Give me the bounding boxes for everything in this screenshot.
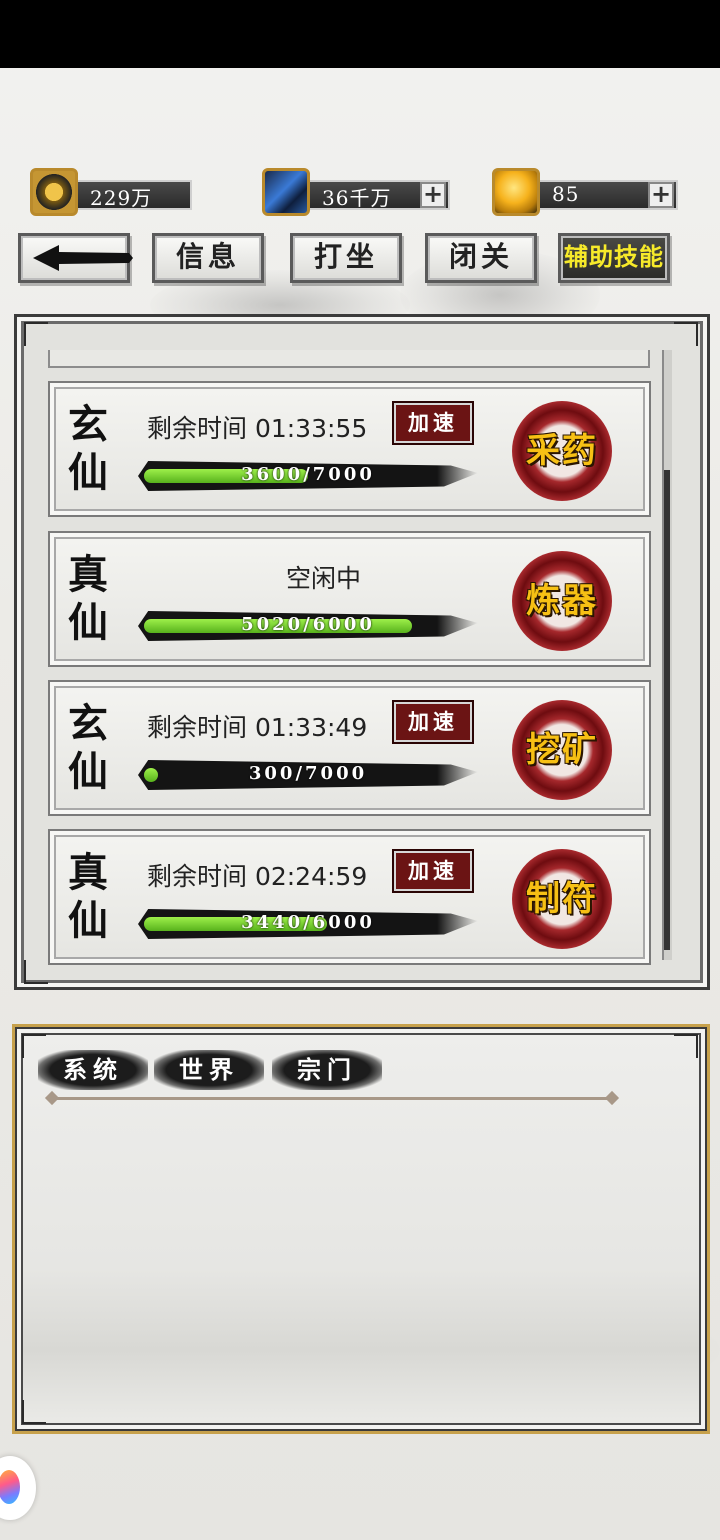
rank-label: 玄仙 — [68, 401, 108, 496]
task-progress-bar: 300/7000 — [138, 760, 478, 790]
task-card-mining: 玄仙 剩余时间 01:33:49 加速 300/7000 挖矿 — [48, 680, 651, 816]
back-button[interactable] — [18, 233, 133, 283]
task-scrollbar-thumb[interactable] — [664, 470, 670, 950]
remaining-time: 剩余时间 01:33:55 — [147, 414, 368, 443]
panel-corner-ornament — [24, 322, 48, 346]
progress-text: 3600/7000 — [241, 464, 375, 485]
seclusion-label: 闭关 — [448, 240, 513, 273]
task-card-refining: 真仙 空闲中 5020/6000 炼器 — [48, 531, 651, 667]
progress-text: 3440/6000 — [241, 912, 375, 933]
remaining-time: 剩余时间 02:24:59 — [147, 862, 368, 891]
chat-corner-ornament — [22, 1400, 46, 1424]
remaining-time: 剩余时间 01:33:49 — [147, 713, 368, 742]
aux-skill-tab[interactable]: 辅助技能 — [558, 233, 670, 283]
speed-up-button[interactable]: 加速 — [392, 849, 474, 893]
add-crystal-button[interactable]: + — [420, 182, 446, 208]
task-progress-bar: 3440/6000 — [138, 909, 478, 939]
blue-crystal-icon — [262, 168, 310, 216]
back-arrow-icon — [33, 245, 133, 271]
info-label: 信息 — [175, 240, 240, 273]
idle-status: 空闲中 — [286, 564, 362, 593]
task-card-talisman: 真仙 剩余时间 02:24:59 加速 3440/6000 制符 — [48, 829, 651, 965]
assistant-icon — [0, 1470, 20, 1504]
spirit-coin-counter: 229万 — [30, 168, 192, 216]
rank-label: 玄仙 — [68, 700, 108, 795]
speed-up-button[interactable]: 加速 — [392, 401, 474, 445]
task-progress-bar: 5020/6000 — [138, 611, 478, 641]
rank-label: 真仙 — [68, 551, 108, 646]
progress-text: 300/7000 — [248, 763, 368, 784]
spirit-coin-icon — [30, 168, 78, 216]
skill-label: 采药 — [526, 431, 598, 471]
task-progress-bar: 3600/7000 — [138, 461, 478, 491]
gold-counter: 85 + — [492, 168, 680, 216]
task-card-herb: 玄仙 剩余时间 01:33:55 加速 3600/7000 采药 — [48, 381, 651, 517]
gold-value: 85 — [552, 182, 580, 206]
skill-label: 挖矿 — [526, 730, 598, 770]
add-gold-button[interactable]: + — [648, 182, 674, 208]
chat-tab-world[interactable]: 世界 — [154, 1050, 264, 1090]
meditate-button[interactable]: 打坐 — [290, 233, 402, 283]
seclusion-button[interactable]: 闭关 — [425, 233, 537, 283]
meditate-label: 打坐 — [313, 240, 378, 273]
spirit-coin-value: 229万 — [90, 186, 153, 210]
crystal-value: 36千万 — [322, 186, 392, 210]
status-bar — [0, 0, 720, 68]
chat-tab-sect[interactable]: 宗门 — [272, 1050, 382, 1090]
chat-tab-system[interactable]: 系统 — [38, 1050, 148, 1090]
skill-label: 炼器 — [526, 581, 598, 621]
skill-label: 制符 — [526, 879, 598, 919]
previous-card-edge — [48, 350, 650, 368]
chat-divider — [52, 1097, 612, 1100]
aux-skill-label: 辅助技能 — [564, 242, 664, 271]
info-button[interactable]: 信息 — [152, 233, 264, 283]
crystal-counter: 36千万 + — [262, 168, 452, 216]
gold-ingot-icon — [492, 168, 540, 216]
floating-assistant-button[interactable] — [0, 1456, 36, 1520]
chat-corner-ornament — [674, 1034, 698, 1058]
panel-corner-ornament — [674, 322, 698, 346]
progress-text: 5020/6000 — [241, 614, 375, 635]
panel-corner-ornament — [24, 960, 48, 984]
speed-up-button[interactable]: 加速 — [392, 700, 474, 744]
rank-label: 真仙 — [68, 849, 108, 944]
